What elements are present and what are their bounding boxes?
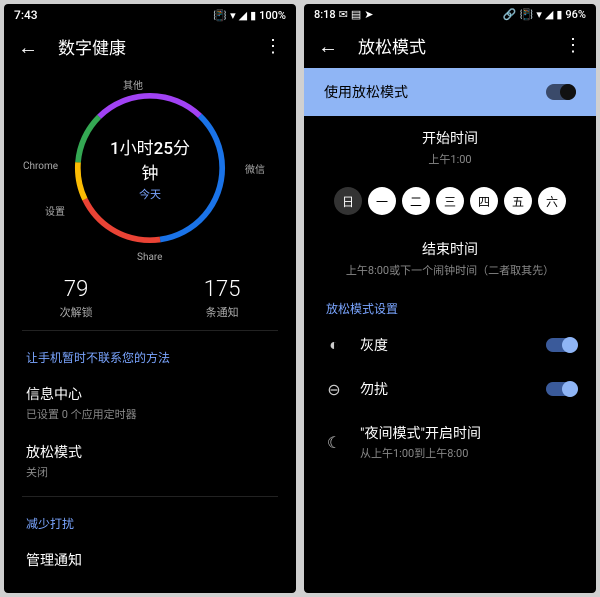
day-thu[interactable]: 四 (470, 187, 498, 215)
row-dnd[interactable]: ⊖ 勿扰 (304, 367, 596, 411)
send-icon: ➤ (364, 8, 373, 21)
vibrate-icon: 📳 (213, 9, 227, 22)
status-icons: 🔗 📳 ▾ ◢ ▮ 96% (503, 8, 586, 21)
period-label: 今天 (103, 186, 198, 202)
page-title: 放松模式 (358, 33, 544, 58)
stats-row: 79 次解锁 175 条通知 (4, 277, 296, 320)
banner-label: 使用放松模式 (324, 82, 408, 102)
item-dnd[interactable]: 勿扰 (4, 580, 296, 593)
app-bar: ← 放松模式 ⋮ (304, 23, 596, 68)
divider (22, 330, 278, 331)
day-fri[interactable]: 五 (504, 187, 532, 215)
section-wind-down-settings: 放松模式设置 (304, 290, 596, 323)
start-time-item[interactable]: 开始时间 上午1:00 (304, 116, 596, 179)
vibrate-icon: 📳 (520, 8, 534, 21)
stat-unlocks[interactable]: 79 次解锁 (60, 277, 93, 320)
total-time: 1小时25分钟 (103, 134, 198, 184)
item-manage-notifications[interactable]: 管理通知 (4, 540, 296, 580)
day-sun[interactable]: 日 (334, 187, 362, 215)
digital-wellbeing-screen: 7:43 📳 ▾ ◢ ▮ 100% ← 数字健康 ⋮ 1小时25分钟 今天 (4, 4, 296, 593)
wifi-icon: ▾ (230, 9, 236, 22)
back-icon[interactable]: ← (18, 37, 38, 57)
item-wind-down[interactable]: 放松模式 关闭 (4, 432, 296, 490)
link-icon: 🔗 (503, 8, 517, 21)
app-icon: ▤ (351, 8, 361, 21)
mail-icon: ✉ (339, 8, 348, 21)
day-mon[interactable]: 一 (368, 187, 396, 215)
battery-icon: ▮ (556, 8, 562, 21)
row-night-mode[interactable]: ☾ "夜间模式"开启时间 从上午1:00到上午8:00 (304, 411, 596, 473)
end-time-item[interactable]: 结束时间 上午8:00或下一个闹钟时间（二者取其先） (304, 227, 596, 290)
day-sat[interactable]: 六 (538, 187, 566, 215)
item-dashboard[interactable]: 信息中心 已设置 0 个应用定时器 (4, 374, 296, 432)
divider (22, 496, 278, 497)
status-icons: 📳 ▾ ◢ ▮ 100% (213, 9, 286, 22)
enable-wind-down-banner[interactable]: 使用放松模式 (304, 68, 596, 116)
grayscale-toggle[interactable] (546, 338, 576, 352)
wind-down-screen: 8:18 ✉ ▤ ➤ 🔗 📳 ▾ ◢ ▮ 96% ← 放松模式 ⋮ 使用放松模式… (304, 4, 596, 593)
back-icon[interactable]: ← (318, 36, 338, 56)
clock: 7:43 (14, 8, 38, 22)
section-reduce-title: 减少打扰 (4, 503, 296, 540)
dnd-toggle[interactable] (546, 382, 576, 396)
status-bar: 7:43 📳 ▾ ◢ ▮ 100% (4, 4, 296, 24)
day-tue[interactable]: 二 (402, 187, 430, 215)
chart-label-settings: 设置 (45, 203, 65, 218)
grayscale-icon: ◐ (324, 335, 344, 355)
section-disconnect-title: 让手机暂时不联系您的方法 (4, 337, 296, 374)
stat-notifications[interactable]: 175 条通知 (204, 277, 241, 320)
day-selector: 日 一 二 三 四 五 六 (304, 179, 596, 227)
chart-label-share: Share (137, 252, 162, 263)
page-title: 数字健康 (58, 34, 244, 59)
clock: 8:18 (314, 8, 336, 21)
row-grayscale[interactable]: ◐ 灰度 (304, 323, 596, 367)
wifi-icon: ▾ (536, 8, 542, 21)
app-bar: ← 数字健康 ⋮ (4, 24, 296, 69)
chart-label-wechat: 微信 (245, 161, 265, 176)
battery-text: 96% (565, 8, 586, 21)
usage-donut-chart[interactable]: 1小时25分钟 今天 其他 微信 Share Chrome 设置 (55, 73, 245, 263)
day-wed[interactable]: 三 (436, 187, 464, 215)
moon-icon: ☾ (324, 433, 344, 452)
chart-label-other: 其他 (123, 77, 143, 92)
status-bar: 8:18 ✉ ▤ ➤ 🔗 📳 ▾ ◢ ▮ 96% (304, 4, 596, 23)
signal-icon: ◢ (545, 8, 553, 21)
wind-down-toggle[interactable] (546, 84, 576, 100)
battery-text: 100% (259, 9, 286, 22)
overflow-menu-icon[interactable]: ⋮ (564, 37, 582, 55)
battery-icon: ▮ (250, 9, 256, 22)
overflow-menu-icon[interactable]: ⋮ (264, 38, 282, 56)
dnd-icon: ⊖ (324, 380, 344, 399)
chart-label-chrome: Chrome (23, 161, 58, 172)
donut-center: 1小时25分钟 今天 (103, 134, 198, 202)
signal-icon: ◢ (239, 9, 247, 22)
